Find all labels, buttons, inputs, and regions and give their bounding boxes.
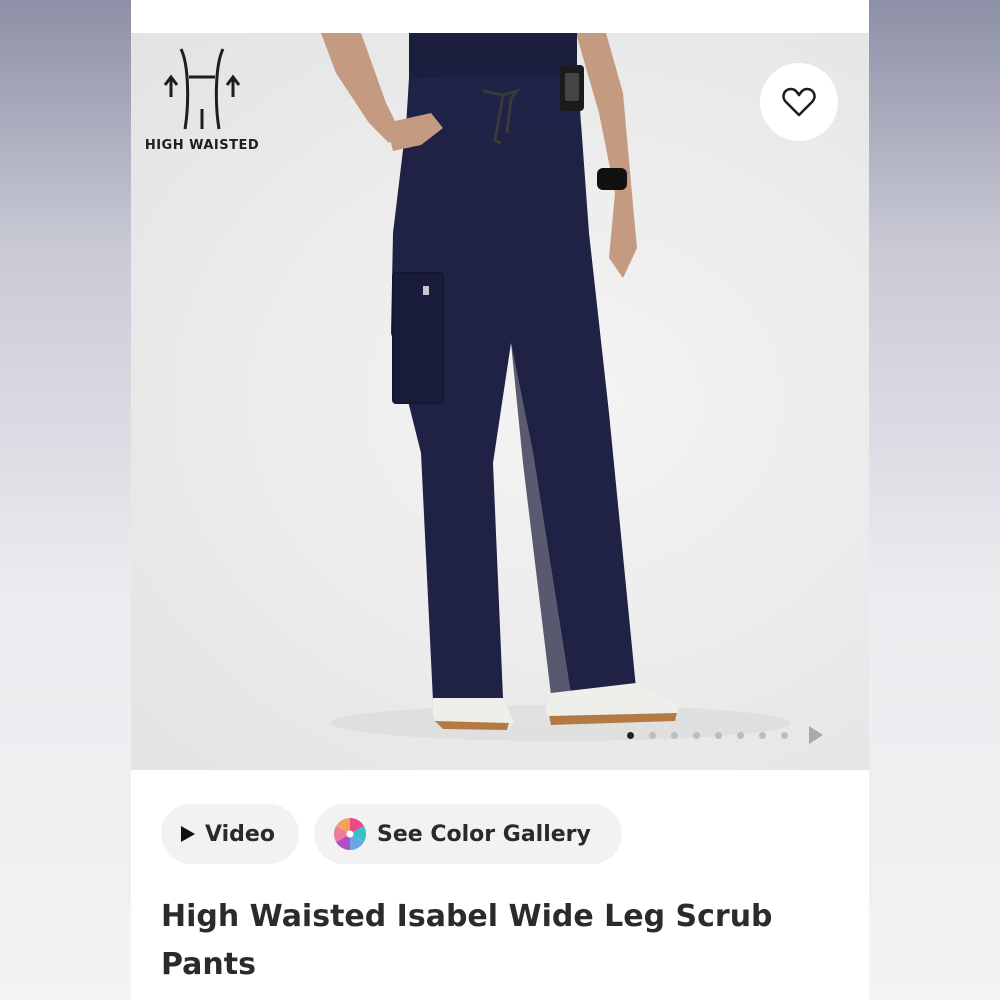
video-button[interactable]: Video [161,804,299,864]
carousel-dot[interactable] [715,731,722,739]
color-wheel-icon [333,817,367,851]
background-left-margin [0,0,131,1000]
carousel-indicator[interactable] [627,723,823,747]
product-title: High Waisted Isabel Wide Leg Scrub Pants [161,899,773,982]
heart-icon [782,87,816,117]
product-page: HIGH WAISTED Video See Color Gallery Hig… [131,0,869,1000]
carousel-dot[interactable] [759,731,766,739]
high-waisted-badge: HIGH WAISTED [137,45,267,160]
product-image-gallery[interactable]: HIGH WAISTED [131,33,869,770]
video-button-label: Video [205,821,275,847]
color-gallery-button[interactable]: See Color Gallery [314,804,622,864]
carousel-dot[interactable] [781,731,788,739]
carousel-dot[interactable] [649,731,656,739]
carousel-dot[interactable] [627,731,634,739]
color-gallery-label: See Color Gallery [377,821,591,847]
favorite-button[interactable] [760,63,838,141]
play-icon [181,826,195,842]
background-right-margin [869,0,1000,1000]
high-waist-icon [163,48,241,130]
chevron-right-icon[interactable] [809,726,823,744]
carousel-dot[interactable] [693,731,700,739]
badge-label: HIGH WAISTED [144,138,260,153]
carousel-dot[interactable] [671,731,678,739]
carousel-dot[interactable] [737,731,744,739]
